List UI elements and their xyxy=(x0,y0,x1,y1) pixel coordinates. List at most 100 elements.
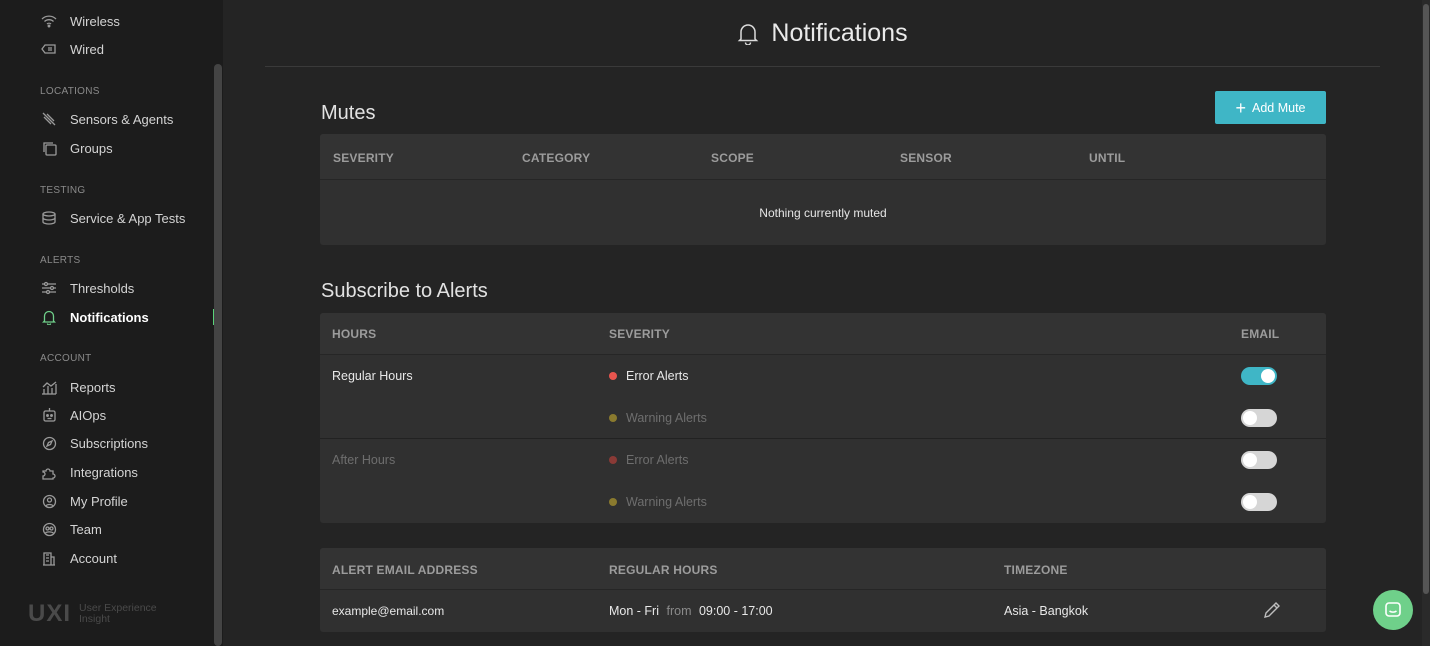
sidebar-item-account[interactable]: Account xyxy=(40,547,117,569)
team-icon xyxy=(40,520,58,538)
wifi-icon xyxy=(40,12,58,30)
subscribe-table-header: HOURS SEVERITY EMAIL xyxy=(320,313,1326,355)
severity-error-after: Error Alerts xyxy=(609,453,689,467)
robot-icon xyxy=(40,406,58,424)
sidebar-item-team[interactable]: Team xyxy=(40,518,102,540)
subscribe-table: HOURS SEVERITY EMAIL Regular Hours Error… xyxy=(320,313,1326,523)
toggle-knob xyxy=(1243,411,1257,425)
sensor-icon xyxy=(40,110,58,128)
hours-range: 09:00 - 17:00 xyxy=(698,604,773,618)
sidebar-item-my-profile[interactable]: My Profile xyxy=(40,490,128,512)
warning-dot-icon xyxy=(609,498,617,506)
email-toggle-after-warning[interactable] xyxy=(1241,493,1277,511)
brand-logo: UXI xyxy=(28,600,72,627)
section-label-account: ACCOUNT xyxy=(40,353,92,364)
sidebar-item-label: Wired xyxy=(70,41,104,57)
email-address: example@email.com xyxy=(332,604,445,618)
sliders-icon xyxy=(40,279,58,297)
column-header-regular-hours: REGULAR HOURS xyxy=(609,563,718,577)
severity-warning-regular: Warning Alerts xyxy=(609,411,707,425)
sidebar-item-wired[interactable]: Wired xyxy=(40,38,104,60)
sidebar-item-groups[interactable]: Groups xyxy=(40,137,113,159)
sidebar-item-label: Reports xyxy=(70,379,116,395)
severity-error-regular: Error Alerts xyxy=(609,369,689,383)
warning-dot-icon xyxy=(609,414,617,422)
sidebar-item-label: Service & App Tests xyxy=(70,210,186,226)
column-header-timezone: TIMEZONE xyxy=(1004,563,1068,577)
page-title: Notifications xyxy=(771,18,908,47)
column-header-sensor[interactable]: SENSOR xyxy=(900,151,952,165)
bell-icon xyxy=(40,308,58,326)
timezone-value: Asia - Bangkok xyxy=(1004,604,1089,618)
plus-icon: + xyxy=(1235,97,1246,118)
column-header-severity[interactable]: SEVERITY xyxy=(333,151,394,165)
sidebar-item-label: Thresholds xyxy=(70,280,135,296)
column-header-severity: SEVERITY xyxy=(609,327,670,341)
email-toggle-after-error[interactable] xyxy=(1241,451,1277,469)
column-header-hours: HOURS xyxy=(332,327,377,341)
ethernet-icon xyxy=(40,40,58,58)
sidebar-item-label: Wireless xyxy=(70,13,120,29)
section-label-testing: TESTING xyxy=(40,185,86,196)
section-label-locations: LOCATIONS xyxy=(40,86,100,97)
add-mute-button[interactable]: + Add Mute xyxy=(1215,91,1326,124)
sidebar-item-service-app-tests[interactable]: Service & App Tests xyxy=(40,207,185,229)
sidebar-item-label: Notifications xyxy=(70,309,149,325)
sidebar-item-label: Groups xyxy=(70,140,113,156)
column-header-until[interactable]: UNTIL xyxy=(1089,151,1125,165)
sidebar-item-label: Sensors & Agents xyxy=(70,111,174,127)
severity-label: Error Alerts xyxy=(626,369,689,383)
email-toggle-regular-warning[interactable] xyxy=(1241,409,1277,427)
sidebar-item-thresholds[interactable]: Thresholds xyxy=(40,277,134,299)
sidebar-item-label: Account xyxy=(70,550,117,566)
severity-label: Warning Alerts xyxy=(626,411,707,425)
sidebar-item-aiops[interactable]: AIOps xyxy=(40,404,106,426)
page-scrollbar[interactable] xyxy=(1422,0,1430,646)
error-dot-icon xyxy=(609,372,617,380)
toggle-knob xyxy=(1243,495,1257,509)
brand: UXI User Experience Insight xyxy=(28,600,157,628)
building-icon xyxy=(40,549,58,567)
mutes-title: Mutes xyxy=(321,102,376,124)
mutes-empty-message: Nothing currently muted xyxy=(759,206,887,220)
page-header: Notifications xyxy=(265,0,1380,67)
sidebar-scrollbar[interactable] xyxy=(214,64,222,646)
sidebar-item-label: My Profile xyxy=(70,493,128,509)
sidebar-item-subscriptions[interactable]: Subscriptions xyxy=(40,432,148,454)
sidebar-item-wireless[interactable]: Wireless xyxy=(40,10,120,32)
section-label-alerts: ALERTS xyxy=(40,255,81,266)
email-table: ALERT EMAIL ADDRESS REGULAR HOURS TIMEZO… xyxy=(320,548,1326,632)
brand-tagline-line-2: Insight xyxy=(79,613,110,625)
severity-label: Warning Alerts xyxy=(626,495,707,509)
sidebar-item-reports[interactable]: Reports xyxy=(40,376,116,398)
hours-from: from xyxy=(666,604,692,618)
regular-hours-value: Mon - Fri from 09:00 - 17:00 xyxy=(609,604,773,618)
chat-button[interactable] xyxy=(1373,590,1413,630)
chat-icon xyxy=(1383,600,1403,620)
hours-label-regular: Regular Hours xyxy=(332,369,413,383)
column-header-email-address: ALERT EMAIL ADDRESS xyxy=(332,563,478,577)
email-table-header: ALERT EMAIL ADDRESS REGULAR HOURS TIMEZO… xyxy=(320,548,1326,590)
sidebar-item-integrations[interactable]: Integrations xyxy=(40,461,138,483)
severity-warning-after: Warning Alerts xyxy=(609,495,707,509)
sidebar-item-label: Subscriptions xyxy=(70,435,149,451)
mutes-table-header: SEVERITY CATEGORY SCOPE SENSOR UNTIL xyxy=(320,134,1326,180)
sidebar-item-sensors-agents[interactable]: Sensors & Agents xyxy=(40,108,173,130)
email-toggle-regular-error[interactable] xyxy=(1241,367,1277,385)
error-dot-icon xyxy=(609,456,617,464)
column-header-scope[interactable]: SCOPE xyxy=(711,151,754,165)
compass-icon xyxy=(40,434,58,452)
hours-days: Mon - Fri xyxy=(609,604,659,618)
chart-icon xyxy=(40,378,58,396)
puzzle-icon xyxy=(40,463,58,481)
subscribe-title: Subscribe to Alerts xyxy=(321,280,488,302)
column-header-email: EMAIL xyxy=(1241,327,1280,341)
sidebar-item-notifications[interactable]: Notifications xyxy=(40,306,149,328)
bell-icon xyxy=(737,21,759,45)
sidebar: Wireless Wired LOCATIONS Sensors & Agent… xyxy=(0,0,223,646)
tests-icon xyxy=(40,209,58,227)
column-header-category[interactable]: CATEGORY xyxy=(522,151,590,165)
brand-tagline: User Experience Insight xyxy=(79,603,157,625)
scrollbar-thumb[interactable] xyxy=(1423,4,1429,594)
pencil-icon[interactable] xyxy=(1262,600,1282,620)
